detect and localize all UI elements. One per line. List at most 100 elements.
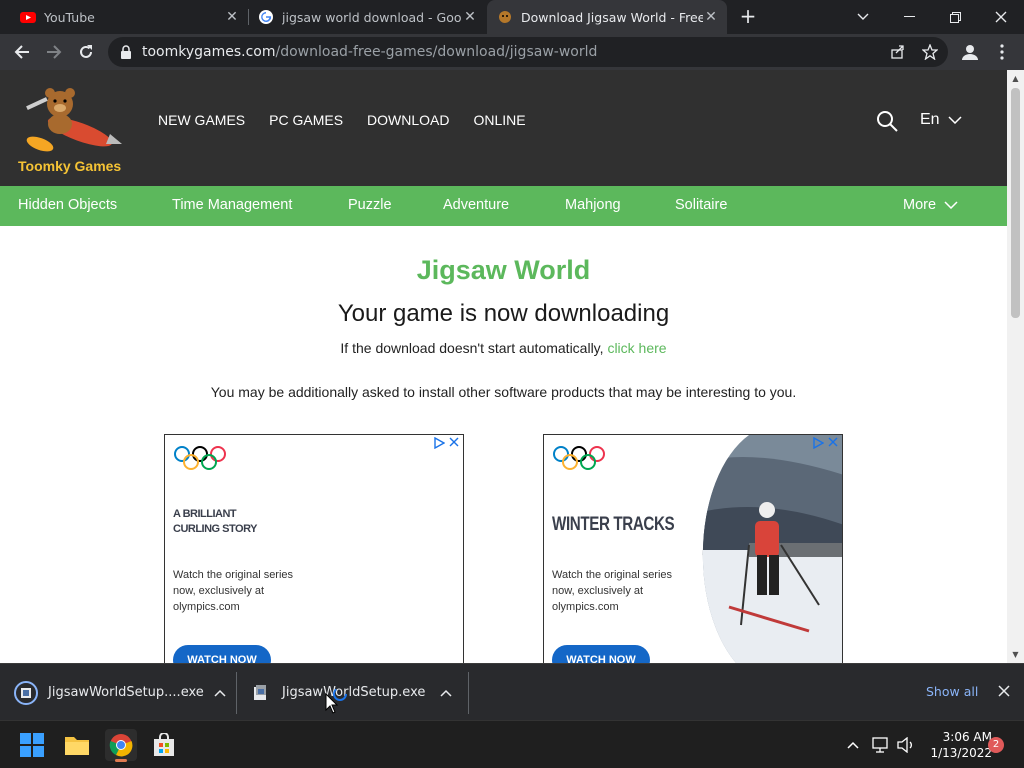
store-bag-icon [154,733,174,756]
hint-text: If the download doesn't start automatica… [340,340,608,356]
nav-online[interactable]: ONLINE [473,112,525,128]
chevron-down-icon [944,201,958,209]
tab-title: jigsaw world download - Google [282,9,462,25]
folder-icon [65,737,89,755]
tab-strip: YouTube ✕ jigsaw world download - Google… [0,0,1024,34]
mouse-cursor-icon [325,693,339,714]
taskbar-clock[interactable]: 3:06 AM 1/13/2022 [922,729,992,761]
nav-pc-games[interactable]: PC GAMES [269,112,343,128]
arrow-right-icon [47,45,62,59]
ad-headline-line: CURLING STORY [173,523,257,535]
ad-choices[interactable] [433,437,459,449]
skier-photo [702,435,842,663]
nav-download[interactable]: DOWNLOAD [367,112,449,128]
speaker-icon [897,737,912,753]
youtube-icon [20,12,36,23]
tray-overflow-button[interactable] [840,729,866,761]
profile-button[interactable] [958,40,982,64]
page-scrollbar[interactable]: ▲ ▼ [1007,70,1024,663]
close-icon[interactable]: ✕ [462,9,478,25]
profile-icon [962,45,978,60]
download-separator [468,672,469,714]
download-status-heading: Your game is now downloading [337,300,670,327]
new-tab-button[interactable]: + [737,5,759,27]
scroll-thumb[interactable] [1011,88,1020,318]
network-tray-button[interactable] [868,729,894,761]
address-bar[interactable]: toomkygames.com/download-free-games/down… [108,37,948,67]
scroll-down-arrow-icon[interactable]: ▼ [1007,646,1024,663]
start-button[interactable] [16,729,48,761]
close-icon [828,437,838,447]
ad-headline: A BRILLIANT CURLING STORY [173,507,257,537]
category-adventure[interactable]: Adventure [443,197,509,213]
back-button[interactable] [10,40,34,64]
tab-jigsaw-world[interactable]: Download Jigsaw World - Free PC ✕ [487,0,727,34]
tab-search-button[interactable] [840,0,886,34]
windows-logo-icon [20,733,44,757]
installer-file-icon [254,684,266,700]
google-icon [259,10,273,24]
download-shelf: JigsawWorldSetup....exe JigsawWorldSetup… [0,663,1024,720]
close-icon[interactable]: ✕ [703,9,719,25]
installer-file-icon [14,680,38,705]
close-icon[interactable]: ✕ [224,9,240,25]
category-hidden-objects[interactable]: Hidden Objects [18,197,117,213]
category-solitaire[interactable]: Solitaire [675,197,727,213]
lock-icon [120,45,134,59]
arrow-left-icon [14,45,29,59]
chevron-up-icon[interactable] [440,689,452,697]
close-shelf-button[interactable] [998,682,1010,701]
chrome-taskbar-button[interactable] [105,729,137,762]
share-button[interactable] [890,37,906,67]
page-title: Jigsaw World [416,255,591,285]
clock-date: 1/13/2022 [930,746,992,760]
nav-new-games[interactable]: NEW GAMES [158,112,245,128]
scroll-up-arrow-icon[interactable]: ▲ [1007,70,1024,87]
kebab-menu-icon [1000,44,1004,60]
notification-badge[interactable]: 2 [988,737,1004,753]
file-explorer-button[interactable] [61,729,93,761]
download-separator [236,672,237,714]
restore-button[interactable] [932,0,978,34]
olympic-rings-icon [174,446,226,470]
close-window-button[interactable] [978,0,1024,34]
click-here-link[interactable]: click here [607,340,666,356]
store-button[interactable] [148,729,180,761]
category-puzzle[interactable]: Puzzle [348,197,392,213]
watch-now-button[interactable]: WATCH NOW [552,645,650,663]
reload-button[interactable] [74,40,98,64]
ad-body-line: Watch the original series [173,569,294,581]
download-item[interactable]: JigsawWorldSetup.exe [252,664,452,721]
ad-body-line: Watch the original series [552,569,673,581]
language-selector[interactable]: En [920,111,962,129]
ad-banner-winter-tracks[interactable]: WINTER TRACKS Watch the original series … [543,434,843,663]
volume-tray-button[interactable] [893,729,919,761]
more-categories-button[interactable]: More [903,197,958,213]
ad-body: Watch the original series now, exclusive… [173,567,323,615]
show-all-downloads-button[interactable]: Show all [926,684,978,699]
minimize-icon [903,16,915,17]
tab-google-search[interactable]: jigsaw world download - Google ✕ [250,0,484,34]
site-header: Toomky Games NEW GAMES PC GAMES DOWNLOAD… [0,70,1007,186]
restore-icon [949,11,961,23]
url-host: toomkygames.com [142,44,276,60]
download-item[interactable]: JigsawWorldSetup....exe [14,664,226,721]
menu-button[interactable] [990,40,1014,64]
close-icon [449,437,459,447]
tab-youtube[interactable]: YouTube ✕ [12,0,246,34]
ad-choices[interactable] [812,437,838,449]
chevron-up-icon[interactable] [214,689,226,697]
search-icon[interactable] [876,110,898,132]
tab-title: Download Jigsaw World - Free PC [521,9,703,25]
chrome-icon [109,734,133,757]
logo-text[interactable]: Toomky Games [18,158,121,174]
chevron-up-icon [847,741,859,749]
reload-icon [80,45,92,58]
forward-button[interactable] [42,40,66,64]
category-time-management[interactable]: Time Management [172,197,292,213]
watch-now-button[interactable]: WATCH NOW [173,645,271,663]
bookmark-button[interactable] [922,37,938,67]
ad-banner-curling[interactable]: A BRILLIANT CURLING STORY Watch the orig… [164,434,464,663]
category-mahjong[interactable]: Mahjong [565,197,621,213]
minimize-button[interactable] [886,0,932,34]
